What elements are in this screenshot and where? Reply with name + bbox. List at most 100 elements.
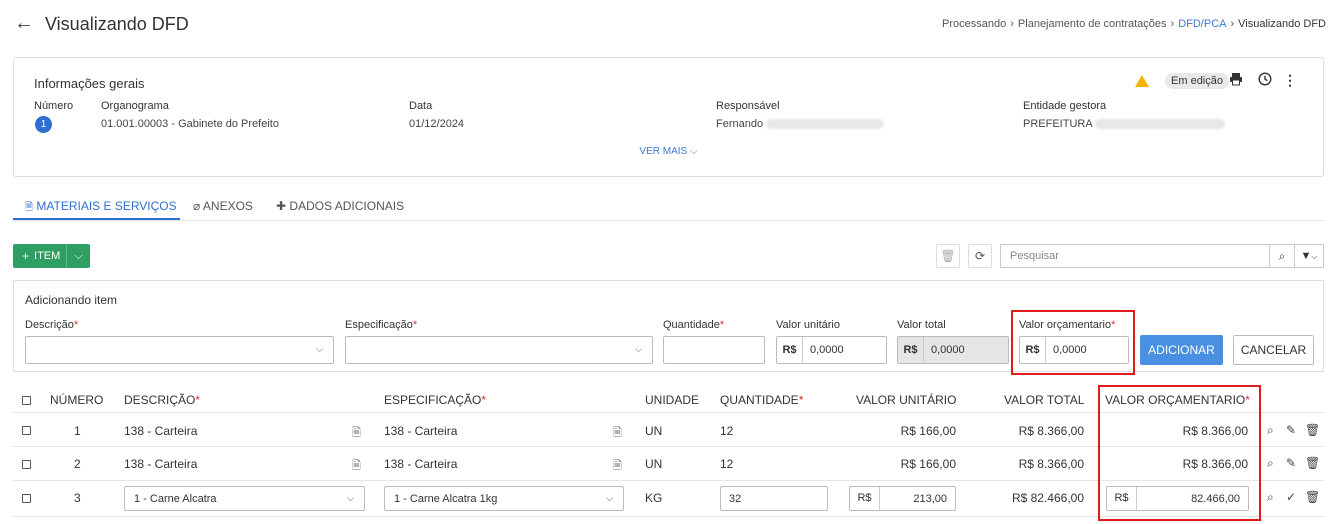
document-icon[interactable]: 🗎 [352,424,361,443]
descricao-select[interactable]: ⌵ [25,336,334,364]
row-quantidade-input[interactable]: 32 [720,486,828,511]
row-checkbox[interactable] [22,460,31,469]
add-item-button[interactable]: + ITEM [13,244,67,268]
ver-mais-link[interactable]: VER MAIS ⌵ [14,146,1323,157]
tab-dados-adicionais[interactable]: ✚ DADOS ADICIONAIS [276,199,404,213]
valor-unitario-label: Valor unitário [776,319,840,331]
page-title: Visualizando DFD [45,14,189,34]
row-especificacao-select[interactable]: 1 - Carne Alcatra 1kg ⌵ [384,486,624,511]
trash-icon[interactable]: 🗑 [1305,456,1320,470]
valor-unitario-input[interactable]: R$ 0,0000 [776,336,887,364]
chevron-right-icon: › [1230,18,1235,30]
valor-orcamentario-input[interactable]: R$ 0,0000 [1019,336,1129,364]
search-icon[interactable]: ⌕ [1267,423,1274,438]
pencil-icon[interactable]: ✎ [1286,456,1296,470]
breadcrumb-item[interactable]: Processando [942,18,1006,30]
data-value: 01/12/2024 [409,118,465,130]
trash-icon[interactable]: 🗑 [1305,423,1320,437]
currency-prefix: R$ [850,487,880,510]
numero-label: Número [34,100,74,112]
row-descricao-select[interactable]: 1 - Carne Alcatra ⌵ [124,486,365,511]
trash-icon: 🗑 [940,249,956,263]
header-unidade[interactable]: UNIDADE [645,393,699,407]
valor-total-label: Valor total [897,319,946,331]
pencil-icon[interactable]: ✎ [1286,423,1296,437]
row-checkbox[interactable] [22,426,31,435]
more-vertical-icon[interactable]: ⋮ [1283,72,1297,89]
row-descricao: 138 - Carteira [124,424,198,438]
header-numero[interactable]: NÚMERO [50,393,103,407]
header-valor-unitario[interactable]: VALOR UNITÁRIO [856,393,956,407]
row-descricao-value: 1 - Carne Alcatra [134,493,217,505]
row-especificacao: 138 - Carteira [384,424,458,438]
breadcrumb-item[interactable]: Planejamento de contratações [1018,18,1167,30]
refresh-button[interactable]: ⟳ [968,244,992,268]
row-numero: 1 [74,424,81,438]
history-clock-icon[interactable] [1258,72,1272,89]
refresh-icon: ⟳ [974,249,986,263]
chevron-right-icon: › [1170,18,1175,30]
search-button[interactable]: ⌕ [1269,244,1295,268]
header-especificacao[interactable]: ESPECIFICAÇÃO* [384,393,486,407]
cancelar-button[interactable]: CANCELAR [1233,335,1314,365]
row-descricao: 138 - Carteira [124,457,198,471]
add-item-dropdown-toggle[interactable]: ⌵ [67,250,90,263]
header-descricao[interactable]: DESCRIÇÃO* [124,393,200,407]
header-valor-total[interactable]: VALOR TOTAL [1004,393,1084,407]
required-mark: * [1111,319,1116,331]
search-icon: ⌕ [1278,249,1286,263]
panel-title: Adicionando item [25,293,118,307]
chevron-down-icon: ⌵ [689,146,698,157]
breadcrumb-item[interactable]: DFD/PCA [1178,18,1226,30]
valor-orcamentario-label-text: Valor orçamentario [1019,319,1112,331]
warning-icon [1135,75,1149,87]
tab-materiais-servicos[interactable]: 🗎 MATERIAIS E SERVIÇOS [25,199,177,217]
highlight-box [1098,385,1261,521]
print-icon[interactable] [1229,72,1243,89]
quantidade-input[interactable] [663,336,765,364]
chevron-down-icon: ⌵ [1311,252,1318,261]
search-icon[interactable]: ⌕ [1267,456,1274,471]
row-valor-unitario-input[interactable]: R$ 213,00 [849,486,956,511]
ver-mais-label: VER MAIS [639,146,688,157]
adicionar-button[interactable]: ADICIONAR [1140,335,1223,365]
add-item-label: ITEM [34,250,61,262]
select-all-checkbox[interactable] [22,396,31,405]
especificacao-label-text: Especificação [345,319,413,331]
document-icon[interactable]: 🗎 [613,457,622,476]
numero-badge: 1 [35,116,52,133]
organograma-value: 01.001.00003 - Gabinete do Prefeito [101,118,279,130]
paperclip-icon: ⌀ [193,199,201,213]
header-quantidade-text: QUANTIDADE [720,393,799,407]
responsavel-value: Fernando [716,118,885,130]
responsavel-label: Responsável [716,100,780,112]
currency-prefix: R$ [1020,337,1046,363]
row-numero: 3 [74,491,81,505]
trash-icon[interactable]: 🗑 [1305,490,1320,504]
redacted-text [1095,119,1226,130]
tab-anexos[interactable]: ⌀ ANEXOS [193,199,253,213]
especificacao-select[interactable]: ⌵ [345,336,653,364]
row-checkbox[interactable] [22,494,31,503]
document-icon[interactable]: 🗎 [613,424,622,443]
data-label: Data [409,100,433,112]
add-item-button-group: + ITEM ⌵ [13,244,90,268]
valor-unitario-value: 0,0000 [810,344,844,356]
general-info-card: Informações gerais Em edição ⋮ Número 1 … [13,57,1324,177]
required-mark: * [195,393,201,407]
search-icon[interactable]: ⌕ [1267,490,1274,505]
back-arrow-icon[interactable]: ← [14,12,34,35]
search-input[interactable]: Pesquisar [1000,244,1270,268]
quantidade-label-text: Quantidade [663,319,720,331]
organograma-label: Organograma [101,100,169,112]
puzzle-icon: ✚ [276,199,287,213]
check-icon[interactable]: ✓ [1286,490,1296,504]
header-quantidade[interactable]: QUANTIDADE* [720,393,803,407]
document-icon[interactable]: 🗎 [352,457,361,476]
responsavel-name: Fernando [716,118,764,130]
filter-button[interactable]: ▼⌵ [1294,244,1324,268]
card-title: Informações gerais [34,76,145,91]
required-mark: * [481,393,487,407]
required-mark: * [798,393,804,407]
delete-selected-button[interactable]: 🗑 [936,244,960,268]
